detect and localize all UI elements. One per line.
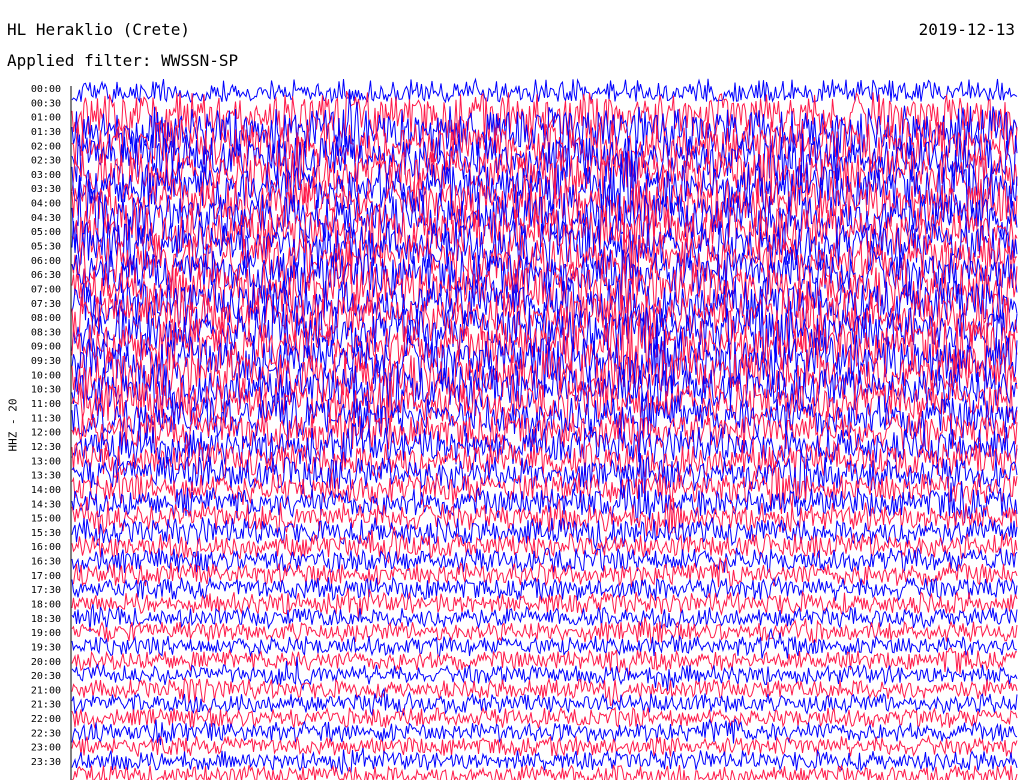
time-label: 09:00 — [31, 342, 61, 353]
trace-line — [71, 734, 1018, 757]
time-label: 17:30 — [31, 585, 61, 596]
time-label: 11:30 — [31, 413, 61, 424]
time-label: 13:00 — [31, 456, 61, 467]
time-label: 10:00 — [31, 370, 61, 381]
time-label: 04:00 — [31, 199, 61, 210]
time-label: 10:30 — [31, 385, 61, 396]
time-label: 17:00 — [31, 571, 61, 582]
time-label: 02:00 — [31, 141, 61, 152]
trace-line — [71, 77, 1018, 104]
time-label: 22:30 — [31, 728, 61, 739]
time-label: 08:30 — [31, 327, 61, 338]
time-label: 15:00 — [31, 514, 61, 525]
trace-line — [71, 747, 1018, 775]
trace-line — [71, 706, 1018, 729]
time-label: 14:30 — [31, 499, 61, 510]
time-label: 09:30 — [31, 356, 61, 367]
time-label: 02:30 — [31, 156, 61, 167]
time-label: 21:00 — [31, 685, 61, 696]
time-label: 03:30 — [31, 184, 61, 195]
time-label: 19:30 — [31, 642, 61, 653]
time-label: 01:30 — [31, 127, 61, 138]
time-label: 00:30 — [31, 98, 61, 109]
trace-line — [71, 575, 1018, 602]
time-label: 15:30 — [31, 528, 61, 539]
time-label: 14:00 — [31, 485, 61, 496]
time-label: 04:30 — [31, 213, 61, 224]
time-label: 01:00 — [31, 113, 61, 124]
time-label: 06:30 — [31, 270, 61, 281]
time-label: 07:00 — [31, 285, 61, 296]
time-label: 12:30 — [31, 442, 61, 453]
time-label: 13:30 — [31, 471, 61, 482]
helicorder-plot: 00:00 00:30 01:00 01:30 02:00 02:30 03:00 03:30… — [31, 77, 1018, 780]
time-label: 21:30 — [31, 700, 61, 711]
time-label: 18:30 — [31, 614, 61, 625]
time-label: 05:00 — [31, 227, 61, 238]
time-label: 23:30 — [31, 757, 61, 768]
trace-group — [71, 77, 1018, 780]
time-label: 23:00 — [31, 743, 61, 754]
time-label: 18:00 — [31, 600, 61, 611]
time-label: 00:00 — [31, 84, 61, 95]
time-label: 06:00 — [31, 256, 61, 267]
time-tick-labels: 00:00 00:30 01:00 01:30 02:00 02:30 03:00 03:30… — [31, 84, 61, 768]
time-label: 16:30 — [31, 557, 61, 568]
time-label: 12:00 — [31, 428, 61, 439]
time-label: 19:00 — [31, 628, 61, 639]
time-label: 20:30 — [31, 671, 61, 682]
time-label: 07:30 — [31, 299, 61, 310]
time-label: 16:00 — [31, 542, 61, 553]
time-label: 20:00 — [31, 657, 61, 668]
time-label: 22:00 — [31, 714, 61, 725]
trace-line — [71, 603, 1018, 632]
time-label: 11:00 — [31, 399, 61, 410]
time-label: 08:00 — [31, 313, 61, 324]
time-label: 03:00 — [31, 170, 61, 181]
time-label: 05:30 — [31, 242, 61, 253]
